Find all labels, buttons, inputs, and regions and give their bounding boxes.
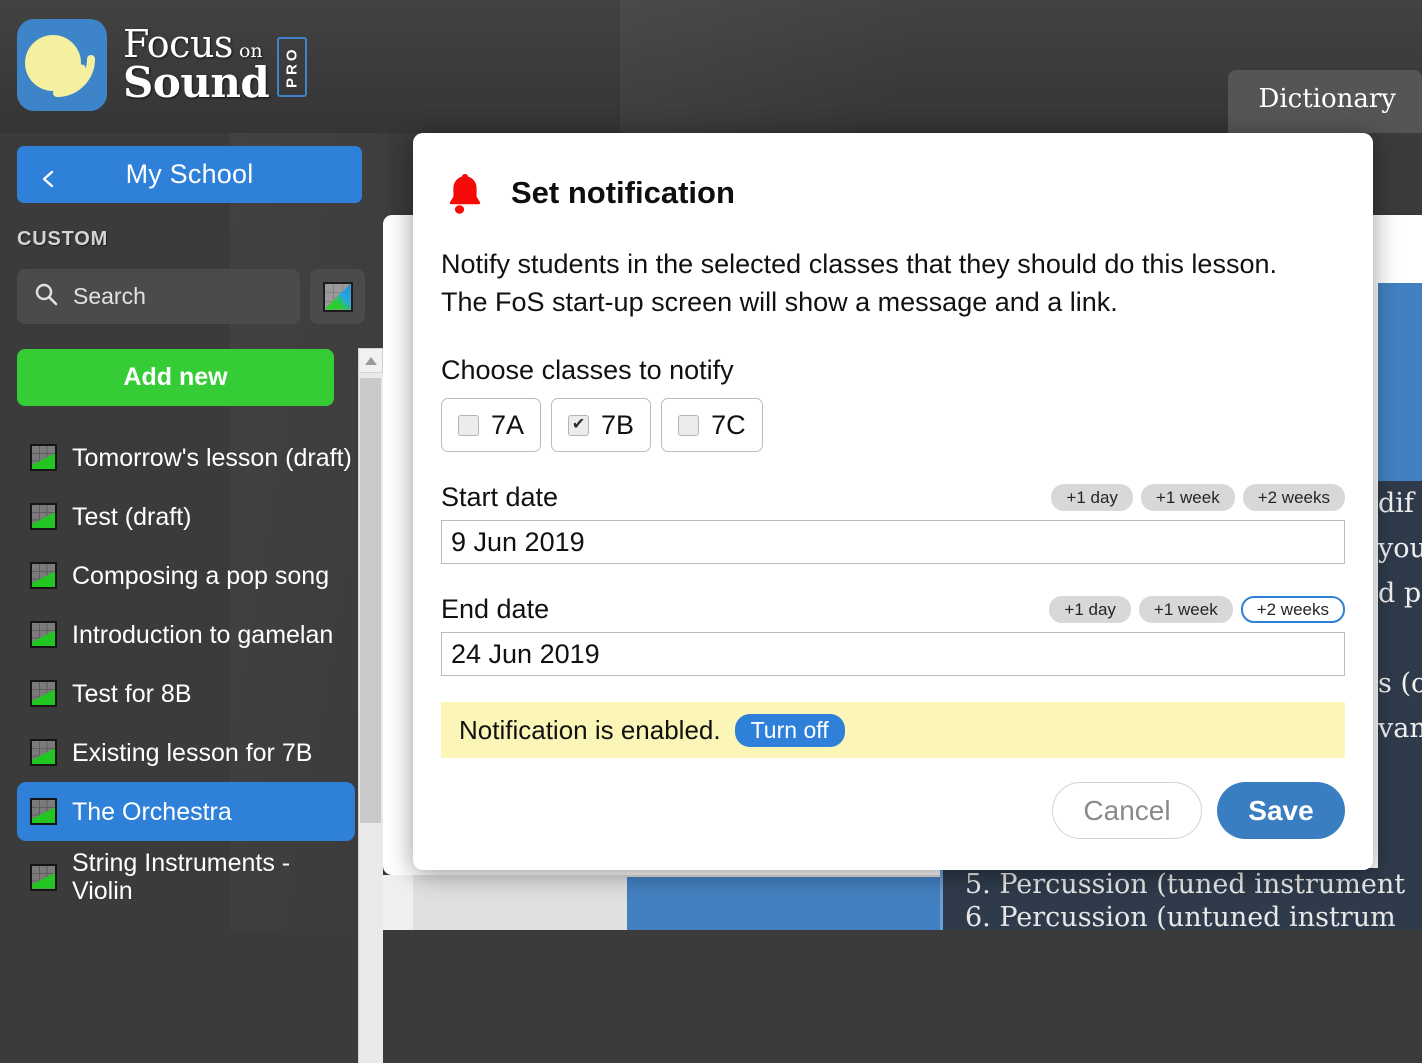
search-placeholder: Search (73, 283, 146, 309)
top-bar-sheen (620, 0, 1040, 133)
list-item-label: Tomorrow's lesson (draft) (72, 443, 352, 472)
navy-fragment: s (o (1378, 668, 1422, 699)
set-notification-dialog-content: Set notification Notify students in the … (413, 133, 1373, 870)
scroll-up-arrow-icon[interactable] (358, 348, 383, 373)
start-plus-2-weeks-button[interactable]: +2 weeks (1242, 484, 1345, 511)
navy-fragment: d pe (1378, 578, 1422, 609)
tab-dictionary[interactable]: Dictionary (1228, 70, 1422, 133)
list-item[interactable]: String Instruments - Violin (0, 841, 383, 913)
lesson-icon (30, 798, 57, 825)
end-date-input[interactable]: 24 Jun 2019 (441, 632, 1345, 676)
notification-status-text: Notification is enabled. (459, 714, 721, 745)
start-plus-1-day-button[interactable]: +1 day (1051, 484, 1133, 511)
logo-mark-icon (17, 19, 107, 111)
lesson-icon (30, 680, 57, 707)
list-item-label: Existing lesson for 7B (72, 738, 313, 767)
sidebar-back-label: My School (125, 159, 254, 189)
checkbox-icon[interactable] (678, 414, 700, 436)
class-checkbox-7b[interactable]: ✔ 7B (551, 398, 652, 452)
end-date-block: End date +1 day +1 week +2 weeks 24 Jun … (441, 594, 1345, 676)
start-date-label: Start date (441, 482, 559, 512)
dialog-description: Notify students in the selected classes … (441, 245, 1345, 321)
list-item[interactable]: Test (draft) (0, 487, 383, 546)
sidebar: My School CUSTOM Search Add new Tomorrow… (0, 133, 390, 1063)
classes-label: Choose classes to notify (441, 355, 734, 385)
list-item[interactable]: Test for 8B (0, 664, 383, 723)
class-checkbox-7a[interactable]: 7A (441, 398, 542, 452)
search-input[interactable]: Search (17, 269, 300, 324)
application-root: Focus on Sound PRO Dictionary dif you d p… (0, 0, 1422, 1063)
bell-icon (441, 169, 489, 217)
content-navy-text: dif you d pe s (o vant (1378, 481, 1422, 751)
class-checkbox-7c[interactable]: 7C (661, 398, 763, 452)
end-date-quick-add-group: +1 day +1 week +2 weeks (1049, 596, 1345, 623)
list-item: 5. Percussion (tuned instrument (965, 869, 1406, 900)
filter-button[interactable] (310, 269, 365, 324)
logo-wordmark: Focus on Sound PRO (123, 25, 308, 107)
content-blue-panel (1378, 283, 1422, 481)
chart-filter-icon (322, 281, 353, 312)
sidebar-section-label: CUSTOM (17, 228, 109, 250)
lesson-icon (30, 503, 57, 530)
end-date-label: End date (441, 594, 550, 624)
dialog-description-line2: The FoS start-up screen will show a mess… (441, 287, 1118, 317)
list-item[interactable]: Tomorrow's lesson (draft) (0, 428, 383, 487)
navy-fragment: you (1378, 533, 1422, 564)
top-bar: Focus on Sound PRO Dictionary (0, 0, 1422, 133)
class-label: 7A (491, 409, 525, 440)
end-plus-2-weeks-button[interactable]: +2 weeks (1240, 596, 1345, 623)
brand-pro-badge: PRO (277, 37, 308, 97)
end-plus-1-day-button[interactable]: +1 day (1049, 596, 1131, 623)
sidebar-back-button[interactable]: My School (17, 146, 362, 203)
start-date-input[interactable]: 9 Jun 2019 (441, 520, 1345, 564)
cancel-button[interactable]: Cancel (1052, 782, 1202, 839)
sidebar-scrollbar-thumb[interactable] (360, 378, 381, 823)
navy-fragment: vant (1378, 713, 1422, 744)
lesson-list: Tomorrow's lesson (draft) Test (draft) C… (0, 428, 383, 913)
add-new-button[interactable]: Add new (17, 349, 334, 406)
lesson-icon (30, 739, 57, 766)
dialog-header: Set notification (441, 169, 1345, 217)
list-item[interactable]: Existing lesson for 7B (0, 723, 383, 782)
turn-off-button[interactable]: Turn off (734, 713, 845, 747)
lesson-icon (30, 444, 57, 471)
start-date-quick-add-group: +1 day +1 week +2 weeks (1051, 484, 1345, 511)
start-plus-1-week-button[interactable]: +1 week (1140, 484, 1235, 511)
list-item[interactable]: Introduction to gamelan (0, 605, 383, 664)
class-checkbox-group: 7A ✔ 7B 7C (441, 398, 1345, 452)
class-label: 7B (601, 409, 635, 440)
checkbox-icon-checked[interactable]: ✔ (568, 414, 590, 436)
lesson-icon (30, 562, 57, 589)
save-button[interactable]: Save (1217, 782, 1345, 839)
class-label: 7C (711, 409, 746, 440)
content-bottom-left-edge (383, 875, 413, 930)
lesson-icon (30, 863, 57, 891)
content-bottom-list: 5. Percussion (tuned instrument 6. Percu… (940, 868, 1422, 933)
sidebar-search-row: Search (17, 269, 365, 324)
list-item-label: Composing a pop song (72, 561, 330, 590)
list-item-label: String Instruments - Violin (72, 849, 291, 905)
notification-status-banner: Notification is enabled. Turn off (441, 702, 1345, 758)
lesson-icon (30, 621, 57, 648)
list-item: 6. Percussion (untuned instrum (965, 902, 1396, 933)
checkbox-icon[interactable] (458, 414, 479, 436)
list-item-label: Test for 8B (72, 679, 192, 708)
list-item-label: Test (draft) (72, 502, 192, 531)
list-item-label: The Orchestra (72, 797, 232, 826)
end-plus-1-week-button[interactable]: +1 week (1138, 596, 1233, 623)
list-item-label: Introduction to gamelan (72, 620, 334, 649)
list-item[interactable]: Composing a pop song (0, 546, 383, 605)
search-icon (33, 281, 59, 312)
start-date-block: Start date +1 day +1 week +2 weeks 9 Jun… (441, 482, 1345, 564)
dialog-actions: Cancel Save (441, 782, 1345, 839)
list-item-selected[interactable]: The Orchestra (17, 782, 355, 841)
dialog-title: Set notification (511, 175, 735, 210)
brand-sound: Sound (123, 58, 270, 107)
app-logo[interactable]: Focus on Sound PRO (17, 19, 308, 111)
dialog-description-line1: Notify students in the selected classes … (441, 249, 1277, 279)
navy-fragment: dif (1378, 488, 1414, 519)
chevron-left-icon (39, 165, 59, 187)
